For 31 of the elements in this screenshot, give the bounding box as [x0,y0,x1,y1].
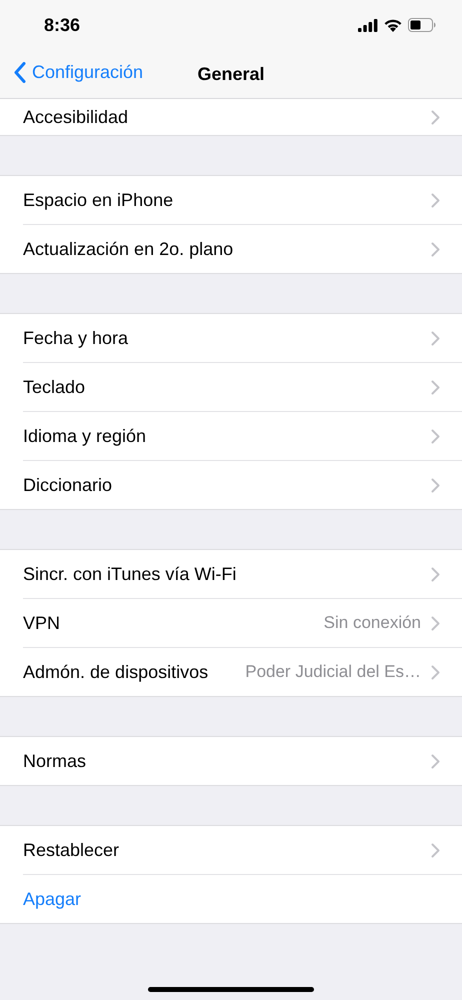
chevron-icon [431,110,440,124]
chevron-icon [431,754,440,768]
chevron-icon [431,330,440,346]
chevron-icon [431,842,440,858]
chevron-icon [431,428,440,444]
settings-row[interactable]: VPN Sin conexión [23,599,462,648]
settings-row[interactable]: Teclado [23,363,462,412]
settings-row[interactable]: Admón. de dispositivos Poder Judicial del Es… [23,648,462,696]
back-button[interactable]: Configuración [14,62,144,83]
chevron-icon [431,192,440,208]
settings-row[interactable]: Restablecer [23,826,462,875]
settings-row[interactable]: Actualización en 2o. plano [23,225,462,273]
chevron-icon [431,380,440,394]
home-indicator[interactable] [148,987,314,992]
chevron-icon [431,242,440,256]
settings-row[interactable]: Fecha y hora [23,314,462,363]
signal-icon [358,18,378,32]
settings-row[interactable]: Espacio en iPhone [23,176,462,225]
chevron-icon [431,478,440,492]
status-time: 8:36 [44,14,80,36]
wifi-icon [384,18,402,32]
settings-row[interactable]: Sincr. con iTunes vía Wi-Fi [23,550,462,599]
battery-icon [408,18,436,32]
chevron-icon [431,664,440,680]
chevron-icon [431,566,440,582]
nav-title: General [197,64,265,84]
settings-row[interactable]: Diccionario [23,461,462,509]
settings-row[interactable]: Idioma y región [23,412,462,461]
chevron-icon [431,616,440,630]
settings-row[interactable]: Apagar [23,875,462,923]
back-chevron-icon [14,62,26,83]
